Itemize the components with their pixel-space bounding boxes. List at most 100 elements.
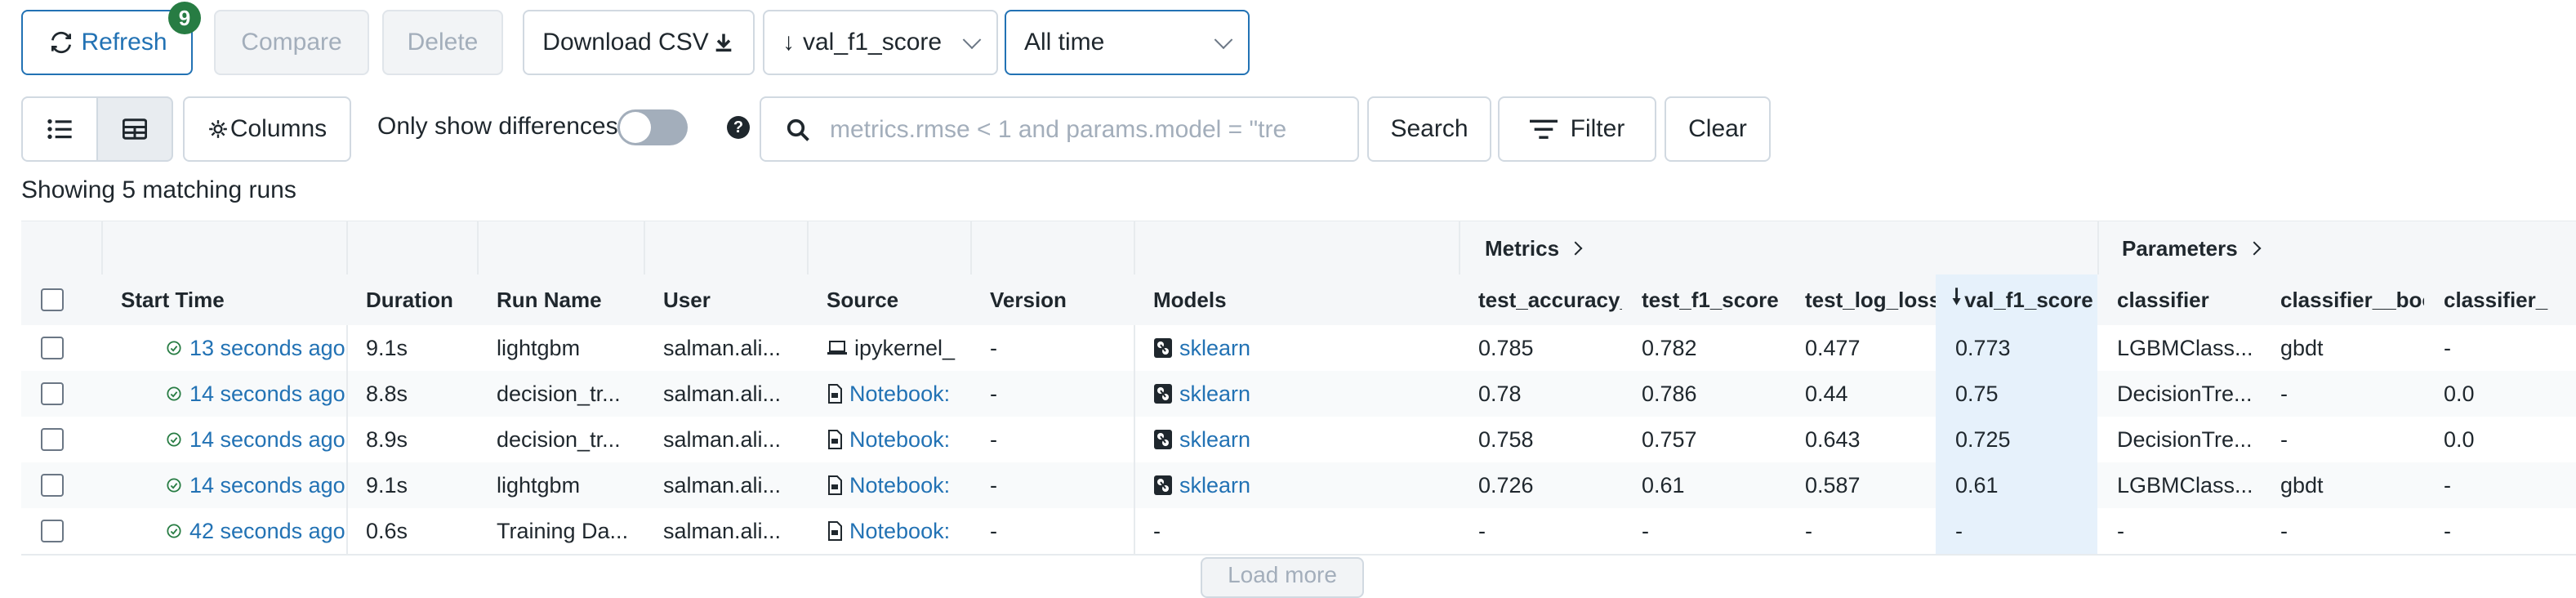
row-checkbox[interactable] bbox=[41, 520, 64, 542]
refresh-button[interactable]: Refresh bbox=[21, 10, 193, 75]
row-checkbox[interactable] bbox=[41, 474, 64, 497]
parameters-group-header[interactable]: Parameters bbox=[2122, 221, 2262, 275]
header-test-f1-score[interactable]: test_f1_score bbox=[1622, 274, 1785, 325]
cell-source-text[interactable]: Notebook: bbox=[849, 382, 950, 407]
cell-classifier: - bbox=[2097, 508, 2261, 554]
select-all-checkbox[interactable] bbox=[41, 288, 64, 311]
cell-test-f1-score-text: 0.782 bbox=[1642, 335, 1697, 360]
download-csv-button[interactable]: Download CSV bbox=[523, 10, 755, 75]
cell-test-accuracy: 0.785 bbox=[1459, 325, 1622, 371]
cell-duration-text: 9.1s bbox=[366, 472, 408, 498]
cell-source-text[interactable]: ipykernel_ bbox=[854, 336, 955, 361]
cell-models-text[interactable]: sklearn bbox=[1179, 382, 1250, 407]
cell-version-text: - bbox=[990, 335, 997, 360]
cell-val-f1-score-text: - bbox=[1955, 518, 1963, 543]
cell-start-time-text[interactable]: 14 seconds ago bbox=[189, 473, 345, 498]
cell-models-text[interactable]: sklearn bbox=[1179, 427, 1250, 453]
header-duration[interactable]: Duration bbox=[346, 274, 477, 325]
header-run-name[interactable]: Run Name bbox=[477, 274, 644, 325]
cell-classifier-extra-text: - bbox=[2444, 335, 2451, 360]
cell-run-name: Training Da... bbox=[477, 508, 644, 554]
table-row[interactable]: 14 seconds ago 9.1s lightgbm salman.ali... N… bbox=[21, 462, 2576, 510]
download-icon bbox=[715, 33, 732, 52]
header-test-accuracy[interactable]: test_accuracy_ bbox=[1459, 274, 1622, 325]
cell-classifier-text: LGBMClass... bbox=[2117, 472, 2253, 498]
model-icon bbox=[1154, 475, 1172, 495]
cell-duration: 9.1s bbox=[346, 325, 477, 371]
cell-val-f1-score: 0.725 bbox=[1936, 417, 2097, 462]
cell-source-text[interactable]: Notebook: bbox=[849, 473, 950, 498]
header-start-time[interactable]: Start Time bbox=[101, 274, 346, 325]
header-classifier-boo[interactable]: classifier__boo bbox=[2261, 274, 2424, 325]
cell-classifier-boo: - bbox=[2261, 417, 2424, 462]
header-user[interactable]: User bbox=[644, 274, 807, 325]
only-show-differences-label: Only show differences bbox=[377, 113, 618, 140]
cell-val-f1-score: 0.61 bbox=[1936, 462, 2097, 508]
cell-source: ipykernel_ bbox=[807, 325, 970, 371]
cell-models-text[interactable]: sklearn bbox=[1179, 473, 1250, 498]
help-icon[interactable]: ? bbox=[727, 116, 750, 139]
cell-user: salman.ali... bbox=[644, 371, 807, 417]
cell-version: - bbox=[970, 462, 1134, 508]
row-checkbox[interactable] bbox=[41, 382, 64, 405]
header-test-log-loss[interactable]: test_log_loss bbox=[1785, 274, 1936, 325]
cell-start-time-text[interactable]: 13 seconds ago bbox=[189, 336, 345, 361]
success-check-icon bbox=[167, 432, 181, 447]
cell-user: salman.ali... bbox=[644, 508, 807, 554]
cell-models: sklearn bbox=[1134, 371, 1459, 417]
metrics-group-header[interactable]: Metrics bbox=[1485, 221, 1583, 275]
cell-classifier-text: - bbox=[2117, 518, 2124, 543]
cell-classifier-extra: - bbox=[2424, 462, 2576, 508]
table-view-button[interactable] bbox=[96, 96, 173, 162]
cell-user-text: salman.ali... bbox=[663, 472, 782, 498]
header-classifier-extra[interactable]: classifier_ bbox=[2424, 274, 2576, 325]
cell-run-name: lightgbm bbox=[477, 462, 644, 508]
header-models[interactable]: Models bbox=[1134, 274, 1459, 325]
list-icon bbox=[47, 119, 72, 139]
cell-models-text[interactable]: sklearn bbox=[1179, 336, 1250, 361]
compare-button[interactable]: Compare bbox=[214, 10, 369, 75]
cell-classifier-boo: - bbox=[2261, 508, 2424, 554]
toggle-knob bbox=[620, 112, 651, 143]
cell-start-time-text[interactable]: 42 seconds ago bbox=[189, 519, 345, 544]
header-version[interactable]: Version bbox=[970, 274, 1134, 325]
cell-version-text: - bbox=[990, 518, 997, 543]
cell-source-text[interactable]: Notebook: bbox=[849, 427, 950, 453]
table-row[interactable]: 14 seconds ago 8.9s decision_tr... salman.a… bbox=[21, 417, 2576, 464]
only-show-differences-toggle[interactable] bbox=[617, 109, 688, 145]
columns-button[interactable]: Columns bbox=[183, 96, 351, 162]
search-icon bbox=[787, 118, 809, 141]
cell-source-text[interactable]: Notebook: bbox=[849, 519, 950, 544]
delete-button[interactable]: Delete bbox=[382, 10, 503, 75]
notebook-icon bbox=[828, 521, 842, 541]
table-icon bbox=[123, 118, 147, 140]
table-row[interactable]: 42 seconds ago 0.6s Training Da... salman.a… bbox=[21, 508, 2576, 556]
filter-button[interactable]: Filter bbox=[1498, 96, 1656, 162]
cell-start-time-text[interactable]: 14 seconds ago bbox=[189, 382, 345, 407]
list-view-button[interactable] bbox=[21, 96, 98, 162]
cell-start-time-text[interactable]: 14 seconds ago bbox=[189, 427, 345, 453]
cell-run-name: decision_tr... bbox=[477, 417, 644, 462]
cell-classifier-text: DecisionTre... bbox=[2117, 426, 2253, 452]
cell-test-f1-score-text: 0.61 bbox=[1642, 472, 1685, 498]
search-button[interactable]: Search bbox=[1367, 96, 1491, 162]
cell-classifier-boo-text: gbdt bbox=[2280, 335, 2324, 360]
cell-models: sklearn bbox=[1134, 325, 1459, 371]
load-more-button[interactable]: Load more bbox=[1201, 557, 1364, 598]
header-source[interactable]: Source bbox=[807, 274, 970, 325]
sort-select[interactable]: ↓ val_f1_score bbox=[763, 10, 998, 75]
notebook-icon bbox=[828, 430, 842, 449]
row-checkbox[interactable] bbox=[41, 428, 64, 451]
header-val-f1-score[interactable]: 🠗 val_f1_score bbox=[1936, 274, 2097, 325]
table-row[interactable]: 14 seconds ago 8.8s decision_tr... salman.a… bbox=[21, 371, 2576, 418]
cell-test-log-loss-text: 0.44 bbox=[1805, 381, 1848, 406]
cell-classifier-extra: - bbox=[2424, 508, 2576, 554]
row-checkbox[interactable] bbox=[41, 337, 64, 359]
header-classifier[interactable]: classifier bbox=[2097, 274, 2261, 325]
search-box[interactable] bbox=[760, 96, 1359, 162]
search-input[interactable] bbox=[828, 98, 1289, 162]
table-row[interactable]: 13 seconds ago 9.1s lightgbm salman.ali... i… bbox=[21, 325, 2576, 373]
model-icon bbox=[1154, 338, 1172, 358]
clear-button[interactable]: Clear bbox=[1665, 96, 1771, 162]
time-range-select[interactable]: All time bbox=[1005, 10, 1250, 75]
